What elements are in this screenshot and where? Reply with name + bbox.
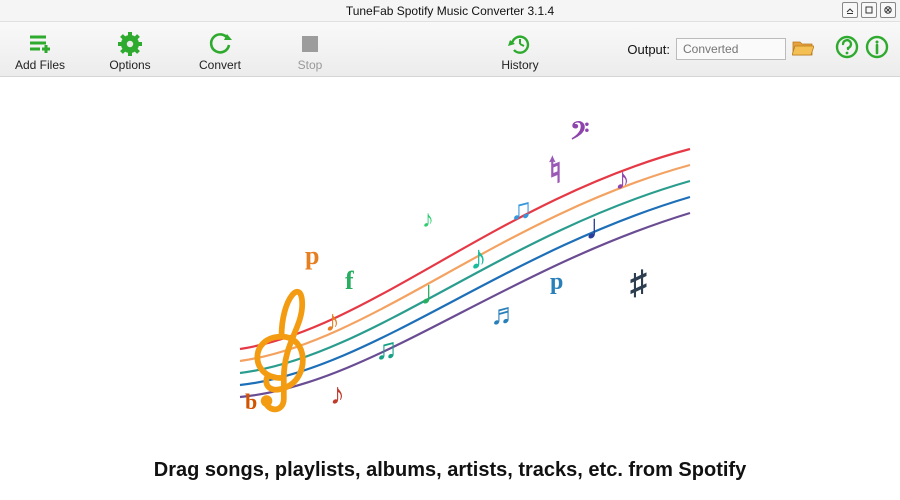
music-artwork: p ♪ f b ♪ ♫ ♩ ♪ ♪ ♬ ♫ 𝄮 p ♩ ♪ ♯ 𝄢 xyxy=(0,77,900,441)
options-label: Options xyxy=(109,58,150,72)
convert-icon xyxy=(207,31,233,57)
drop-hint-text: Drag songs, playlists, albums, artists, … xyxy=(154,441,746,500)
browse-folder-button[interactable] xyxy=(792,39,814,60)
svg-text:𝄮: 𝄮 xyxy=(549,150,561,183)
history-icon xyxy=(507,31,533,57)
folder-icon xyxy=(792,39,814,60)
output-path-input[interactable] xyxy=(676,38,786,60)
svg-text:♫: ♫ xyxy=(375,333,398,366)
svg-text:♯: ♯ xyxy=(630,265,647,302)
history-button[interactable]: History xyxy=(490,30,550,72)
svg-text:♪: ♪ xyxy=(470,240,487,277)
svg-text:b: b xyxy=(245,389,257,414)
titlebar: TuneFab Spotify Music Converter 3.1.4 xyxy=(0,0,900,22)
output-group: Output: xyxy=(627,38,814,60)
help-icon xyxy=(834,47,860,64)
toolbar-left: Add Files xyxy=(10,26,550,72)
svg-text:♪: ♪ xyxy=(325,305,340,338)
convert-button[interactable]: Convert xyxy=(190,30,250,72)
svg-text:♪: ♪ xyxy=(615,163,630,196)
gear-icon xyxy=(117,31,143,57)
svg-text:f: f xyxy=(345,266,354,295)
toolbar: Add Files xyxy=(0,22,900,77)
options-button[interactable]: Options xyxy=(100,30,160,72)
main-drop-area[interactable]: p ♪ f b ♪ ♫ ♩ ♪ ♪ ♬ ♫ 𝄮 p ♩ ♪ ♯ 𝄢 Drag s… xyxy=(0,77,900,500)
svg-text:♪: ♪ xyxy=(330,378,345,411)
svg-text:♬: ♬ xyxy=(490,298,520,331)
convert-label: Convert xyxy=(199,58,241,72)
stop-label: Stop xyxy=(298,58,323,72)
output-label: Output: xyxy=(627,42,670,57)
svg-text:p: p xyxy=(550,269,563,295)
history-label: History xyxy=(501,58,538,72)
add-files-button[interactable]: Add Files xyxy=(10,30,70,72)
stop-icon xyxy=(299,33,321,55)
window-controls xyxy=(842,2,896,18)
svg-text:♪: ♪ xyxy=(422,207,434,233)
toolbar-right xyxy=(834,34,890,65)
svg-text:♩: ♩ xyxy=(585,207,621,247)
help-button[interactable] xyxy=(834,34,860,65)
maximize-button[interactable] xyxy=(861,2,877,18)
svg-text:♩: ♩ xyxy=(420,275,454,312)
window-title: TuneFab Spotify Music Converter 3.1.4 xyxy=(346,4,554,18)
info-button[interactable] xyxy=(864,34,890,65)
add-files-label: Add Files xyxy=(15,58,65,72)
add-files-icon xyxy=(26,31,54,57)
info-icon xyxy=(864,47,890,64)
svg-text:p: p xyxy=(305,241,319,270)
close-button[interactable] xyxy=(880,2,896,18)
minimize-button[interactable] xyxy=(842,2,858,18)
stop-button: Stop xyxy=(280,30,340,72)
svg-text:♫: ♫ xyxy=(510,193,533,226)
svg-text:𝄢: 𝄢 xyxy=(570,118,589,151)
